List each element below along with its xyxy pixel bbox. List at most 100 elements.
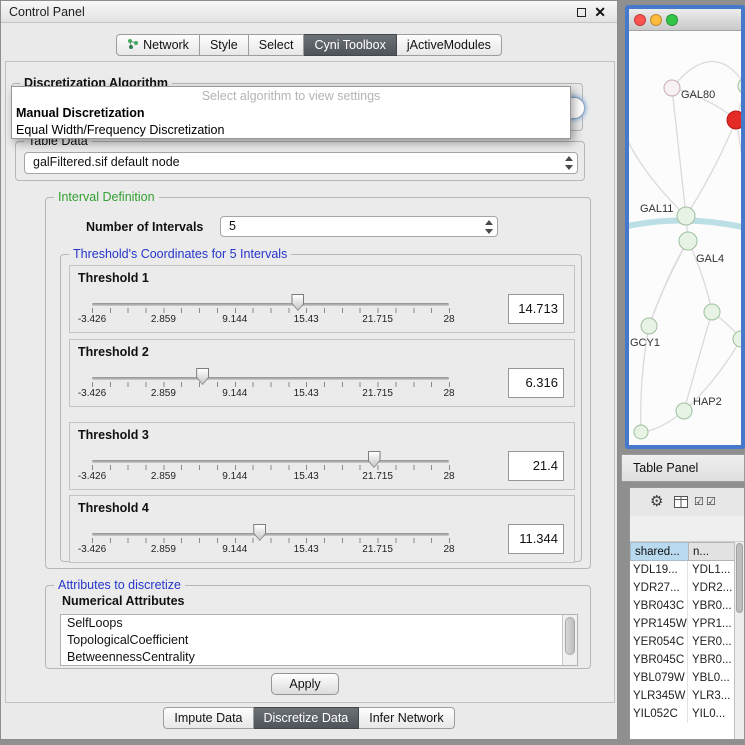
table-scrollbar[interactable] [734,542,744,739]
network-graph[interactable]: GAL80GAL11GAL4GCY1HAP2 [629,31,741,445]
table-cell[interactable]: YBR0... [688,651,736,669]
tab-select[interactable]: Select [249,34,305,56]
threshold-3-slider-track[interactable] [92,460,449,463]
gear-icon[interactable]: ⚙ [650,492,663,510]
network-canvas[interactable]: GAL80GAL11GAL4GCY1HAP2 [629,31,741,445]
zoom-traffic-light-icon[interactable] [666,14,678,26]
table-cell[interactable]: YIL052C [630,705,688,723]
table-row[interactable]: YIL052CYIL0... [630,705,736,723]
tab-style[interactable]: Style [200,34,249,56]
scale-label: 21.715 [362,388,393,399]
network-node[interactable] [727,111,741,129]
table-row[interactable]: YER054CYER0... [630,633,736,651]
table-row[interactable]: YPR145WYPR1... [630,615,736,633]
tab-jactivemodules[interactable]: jActiveModules [397,34,502,56]
table-row[interactable]: YBL079WYBL0... [630,669,736,687]
scale-label: 28 [443,388,454,399]
table-cell[interactable]: YBR045C [630,651,688,669]
tab-infer-network[interactable]: Infer Network [359,707,454,729]
threshold-4-slider-thumb[interactable] [253,524,266,541]
threshold-1-slider-thumb[interactable] [291,294,304,311]
network-view-window[interactable]: GAL80GAL11GAL4GCY1HAP2 [625,5,745,449]
float-window-icon[interactable] [577,8,586,17]
table-row[interactable]: YDR27...YDR2... [630,579,736,597]
scrollbar-thumb[interactable] [565,617,575,655]
table-row[interactable]: YBR045CYBR0... [630,651,736,669]
table-row[interactable]: YLR345WYLR3... [630,687,736,705]
table-data-combobox[interactable]: galFiltered.sif default node [24,152,578,174]
network-node[interactable] [733,331,741,347]
network-edge[interactable] [649,241,688,326]
table-cell[interactable]: YBL0... [688,669,736,687]
threshold-3-value-field[interactable]: 21.4 [508,451,564,481]
number-of-intervals-combobox[interactable]: 5 [220,216,498,237]
dropdown-item-equal-width-frequency[interactable]: Equal Width/Frequency Discretization [12,122,570,139]
table-cell[interactable]: YBR043C [630,597,688,615]
dropdown-item-placeholder[interactable]: Select algorithm to view settings [12,88,570,105]
apply-button[interactable]: Apply [271,673,339,695]
table-cell[interactable]: YBL079W [630,669,688,687]
tab-discretize-data[interactable]: Discretize Data [254,707,360,729]
table-cell[interactable]: YPR1... [688,615,736,633]
table-row[interactable]: YDL19...YDL1... [630,561,736,579]
table-panel-header[interactable]: Table Panel [621,454,745,482]
close-icon[interactable]: ✕ [594,4,606,21]
threshold-2-slider-track[interactable] [92,377,449,380]
table-cell[interactable]: YER054C [630,633,688,651]
network-window-titlebar[interactable] [629,9,741,31]
attribute-list-item[interactable]: SelfLoops [61,615,577,632]
table-cell[interactable]: YLR345W [630,687,688,705]
table-row[interactable]: YBR043CYBR0... [630,597,736,615]
network-node[interactable] [676,403,692,419]
scale-label: 28 [443,544,454,555]
threshold-4-value-field[interactable]: 11.344 [508,524,564,554]
network-node[interactable] [641,318,657,334]
checkbox-icon[interactable]: ☑ [694,495,704,508]
table-cell[interactable]: YLR3... [688,687,736,705]
minimize-traffic-light-icon[interactable] [650,14,662,26]
attribute-list-item[interactable]: TopologicalCoefficient [61,632,577,649]
network-edge[interactable] [672,88,686,216]
threshold-1-value-field[interactable]: 14.713 [508,294,564,324]
column-header-shared-name[interactable]: shared... [630,542,688,561]
network-edge[interactable] [686,120,736,216]
table-cell[interactable]: YDR2... [688,579,736,597]
numerical-attributes-list[interactable]: SelfLoopsTopologicalCoefficientBetweenne… [60,614,578,666]
control-panel-titlebar[interactable]: Control Panel ✕ [1,1,617,23]
attribute-list-item[interactable]: BetweennessCentrality [61,649,577,666]
table-cell[interactable]: YDL19... [630,561,688,579]
threshold-2-value-field[interactable]: 6.316 [508,368,564,398]
columns-icon[interactable] [674,496,688,511]
dropdown-item-manual-discretization[interactable]: Manual Discretization [12,105,570,122]
network-node[interactable] [679,232,697,250]
scale-label: 2.859 [151,544,176,555]
scrollbar-thumb[interactable] [736,543,743,613]
threshold-3-slider-thumb[interactable] [368,451,381,468]
tab-network[interactable]: Network [116,34,200,56]
table-cell[interactable]: YER0... [688,633,736,651]
table-cell[interactable]: YIL0... [688,705,736,723]
table-cell[interactable]: YDR27... [630,579,688,597]
tab-cyni-toolbox[interactable]: Cyni Toolbox [304,34,396,56]
attributes-scrollbar[interactable] [562,615,577,665]
network-edge[interactable] [649,241,688,326]
threshold-2-slider-thumb[interactable] [196,368,209,385]
network-node[interactable] [704,304,720,320]
close-traffic-light-icon[interactable] [634,14,646,26]
threshold-4-slider-track[interactable] [92,533,449,536]
threshold-1-slider-track[interactable] [92,303,449,306]
numerical-attributes-label: Numerical Attributes [62,594,184,608]
network-edge[interactable] [688,241,712,312]
column-header-name[interactable]: n... [688,542,736,561]
network-node[interactable] [664,80,680,96]
network-node[interactable] [634,425,648,439]
tab-impute-data[interactable]: Impute Data [163,707,253,729]
network-node[interactable] [677,207,695,225]
table-cell[interactable]: YDL1... [688,561,736,579]
network-edge[interactable] [672,61,741,88]
network-node[interactable] [738,78,741,94]
table-cell[interactable]: YBR0... [688,597,736,615]
table-cell[interactable]: YPR145W [630,615,688,633]
checkbox-icon[interactable]: ☑ [706,495,716,508]
scale-label: -3.426 [78,471,106,482]
